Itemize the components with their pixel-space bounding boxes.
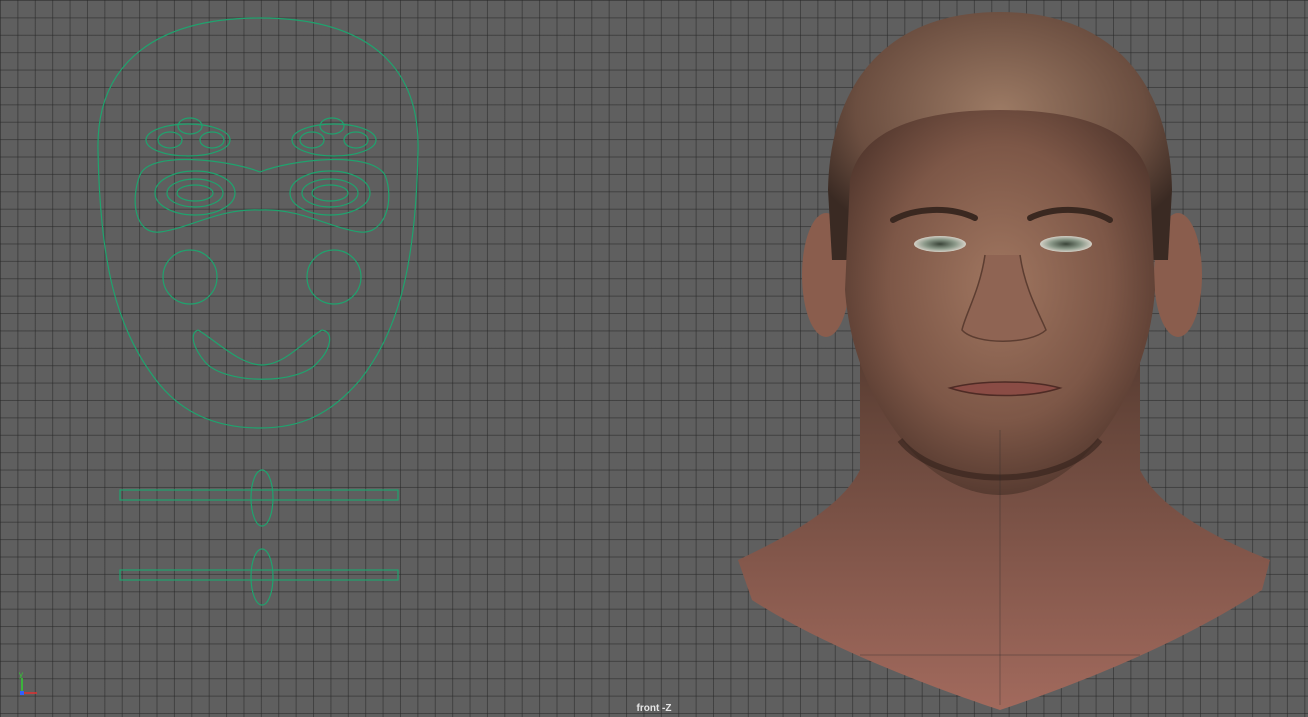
- viewport-overlay: y: [19, 12, 1270, 710]
- cheek-ctrl-right[interactable]: [306, 249, 362, 305]
- head-model-render[interactable]: [738, 12, 1270, 710]
- face-outline-ctrl[interactable]: [97, 17, 419, 429]
- eye-right: [1040, 236, 1092, 252]
- slider-ctrl-1[interactable]: [119, 469, 399, 527]
- eye-frame-ctrl[interactable]: [134, 158, 390, 233]
- camera-label: front -Z: [0, 703, 1308, 714]
- eye-ctrl-left[interactable]: [154, 170, 236, 216]
- mouth-ctrl[interactable]: [192, 329, 331, 380]
- axis-gizmo: y: [19, 670, 37, 695]
- slider-ctrl-2[interactable]: [119, 548, 399, 606]
- rig-controls[interactable]: [97, 17, 419, 606]
- brow-ctrl-left[interactable]: [145, 117, 231, 157]
- viewport-front[interactable]: y front -Z: [0, 0, 1308, 717]
- axis-y-label: y: [19, 670, 23, 679]
- eye-ctrl-right[interactable]: [289, 170, 371, 216]
- cheek-ctrl-left[interactable]: [162, 249, 218, 305]
- brow-ctrl-right[interactable]: [291, 117, 377, 157]
- camera-label-text: front -Z: [636, 703, 672, 714]
- eye-left: [914, 236, 966, 252]
